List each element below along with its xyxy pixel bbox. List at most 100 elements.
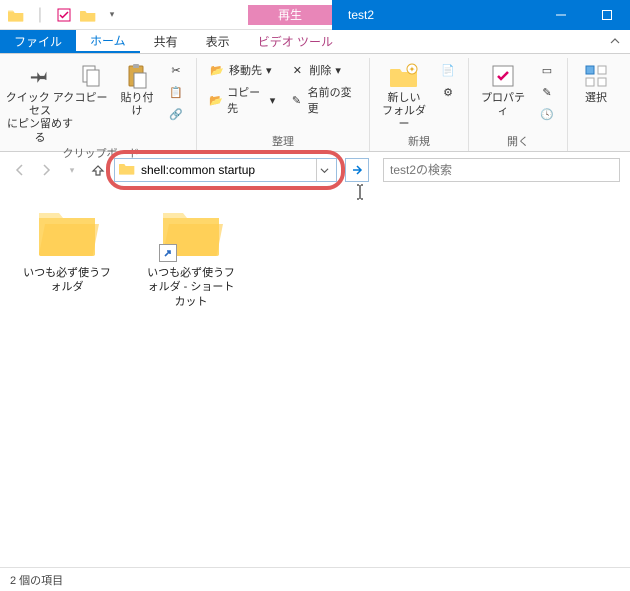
maximize-button[interactable] [584,0,630,30]
ribbon-group-organize: 📂移動先 ▾ 📂コピー先 ▾ ✕削除 ▾ ✎ 名前の変更 整理 [197,58,370,151]
folder-icon [119,161,135,180]
copy-to-button[interactable]: 📂コピー先 ▾ [205,82,279,118]
paste-label: 貼り付け [116,92,158,118]
edit-icon: ✎ [539,84,555,100]
tab-file[interactable]: ファイル [0,30,76,53]
item-label: いつも必ず使うフォルダ [20,266,114,295]
cut-button[interactable]: ✂ [164,60,188,80]
svg-text:✦: ✦ [409,65,416,74]
pin-to-quick-access-button[interactable]: クイック アクセス にピン留めする [14,58,66,145]
new-folder-label: 新しい フォルダー [378,92,430,132]
rename-label: 名前の変更 [308,84,357,116]
folder-icon [6,5,26,25]
contextual-tab-play: 再生 [248,5,332,25]
new-folder-icon: ✦ [388,62,420,90]
copy-path-button[interactable]: 📋 [164,82,188,102]
tab-share[interactable]: 共有 [140,30,192,53]
window-title: test2 [332,0,538,30]
new-item-icon: 📄 [440,62,456,78]
search-input[interactable] [390,163,613,177]
window-controls [538,0,630,30]
delete-button[interactable]: ✕削除 ▾ [285,60,361,80]
titlebar: | ▾ 再生 test2 [0,0,630,30]
tab-view[interactable]: 表示 [192,30,244,53]
checkbox-icon[interactable] [54,5,74,25]
select-icon [580,62,612,90]
edit-button[interactable]: ✎ [535,82,559,102]
folder-shortcut-icon [155,204,227,262]
new-group-label: 新規 [378,133,460,151]
qat-dropdown-icon[interactable]: ▾ [102,5,122,25]
new-folder-button[interactable]: ✦ 新しい フォルダー [378,58,430,132]
ribbon-collapse-icon[interactable] [600,30,630,53]
clipboard-small-buttons: ✂ 📋 🔗 [164,58,188,124]
organize-group-label: 整理 [205,133,361,151]
copy-button[interactable]: コピー [72,58,110,105]
copy-icon [75,62,107,90]
properties-button[interactable]: プロパティ [477,58,529,118]
properties-label: プロパティ [477,92,529,118]
list-item[interactable]: いつも必ず使うフォルダ [20,204,114,309]
divider-icon: | [30,5,50,25]
tab-video-tools[interactable]: ビデオ ツール [244,30,347,53]
copyto-icon: 📂 [209,92,223,108]
select-button[interactable]: 選択 [576,58,616,105]
open-button[interactable]: ▭ [535,60,559,80]
paste-button[interactable]: 貼り付け [116,58,158,118]
forward-button[interactable] [36,160,56,180]
move-to-button[interactable]: 📂移動先 ▾ [205,60,279,80]
item-count: 2 個の項目 [10,572,63,588]
open-group-label: 開く [477,133,559,151]
copy-label: コピー [75,92,108,105]
status-bar: 2 個の項目 [0,567,630,591]
ribbon-group-new: ✦ 新しい フォルダー 📄 ⚙ 新規 [370,58,469,151]
open-icon: ▭ [539,62,555,78]
move-icon: 📂 [209,62,225,78]
delete-icon: ✕ [289,62,305,78]
search-box[interactable] [383,158,620,182]
properties-icon [487,62,519,90]
ribbon-group-clipboard: クイック アクセス にピン留めする コピー 貼り付け ✂ 📋 🔗 クリップボード [6,58,197,151]
history-button[interactable]: 🕓 [535,104,559,124]
back-button[interactable] [10,160,30,180]
item-label: いつも必ず使うフォルダ - ショートカット [144,266,238,309]
easy-access-button[interactable]: ⚙ [436,82,460,102]
paste-shortcut-button[interactable]: 🔗 [164,104,188,124]
pin-label: クイック アクセス にピン留めする [5,92,75,145]
move-to-label: 移動先 [229,62,262,78]
up-button[interactable] [88,160,108,180]
rename-icon: ✎ [289,92,303,108]
folder-icon [78,5,98,25]
list-item[interactable]: いつも必ず使うフォルダ - ショートカット [144,204,238,309]
new-small-buttons: 📄 ⚙ [436,58,460,102]
address-bar[interactable] [114,158,337,182]
select-group-label [576,137,616,151]
select-label: 選択 [585,92,607,105]
paste-icon [121,62,153,90]
shortcut-icon: 🔗 [168,106,184,122]
recent-locations-button[interactable]: ▾ [62,160,82,180]
folder-icon [31,204,103,262]
ribbon: クイック アクセス にピン留めする コピー 貼り付け ✂ 📋 🔗 クリップボード [0,54,630,152]
scissors-icon: ✂ [168,62,184,78]
shortcut-arrow-icon [159,244,177,262]
address-input[interactable] [139,163,312,177]
delete-label: 削除 [309,62,331,78]
easy-access-icon: ⚙ [440,84,456,100]
minimize-button[interactable] [538,0,584,30]
address-bar-container [114,158,337,182]
pin-icon [24,62,56,90]
open-small-buttons: ▭ ✎ 🕓 [535,58,559,124]
rename-button[interactable]: ✎ 名前の変更 [285,82,361,118]
history-icon: 🕓 [539,106,555,122]
new-item-button[interactable]: 📄 [436,60,460,80]
go-button[interactable] [345,158,369,182]
file-list: いつも必ず使うフォルダ いつも必ず使うフォルダ - ショートカット [0,188,630,325]
ribbon-tabs: ファイル ホーム 共有 表示 ビデオ ツール [0,30,630,54]
copy-to-label: コピー先 [227,84,266,116]
tab-home[interactable]: ホーム [76,30,140,53]
address-dropdown-icon[interactable] [316,159,332,181]
quick-access-toolbar: | ▾ [0,5,122,25]
ribbon-group-select: 選択 [568,58,624,151]
ribbon-group-open: プロパティ ▭ ✎ 🕓 開く [469,58,568,151]
